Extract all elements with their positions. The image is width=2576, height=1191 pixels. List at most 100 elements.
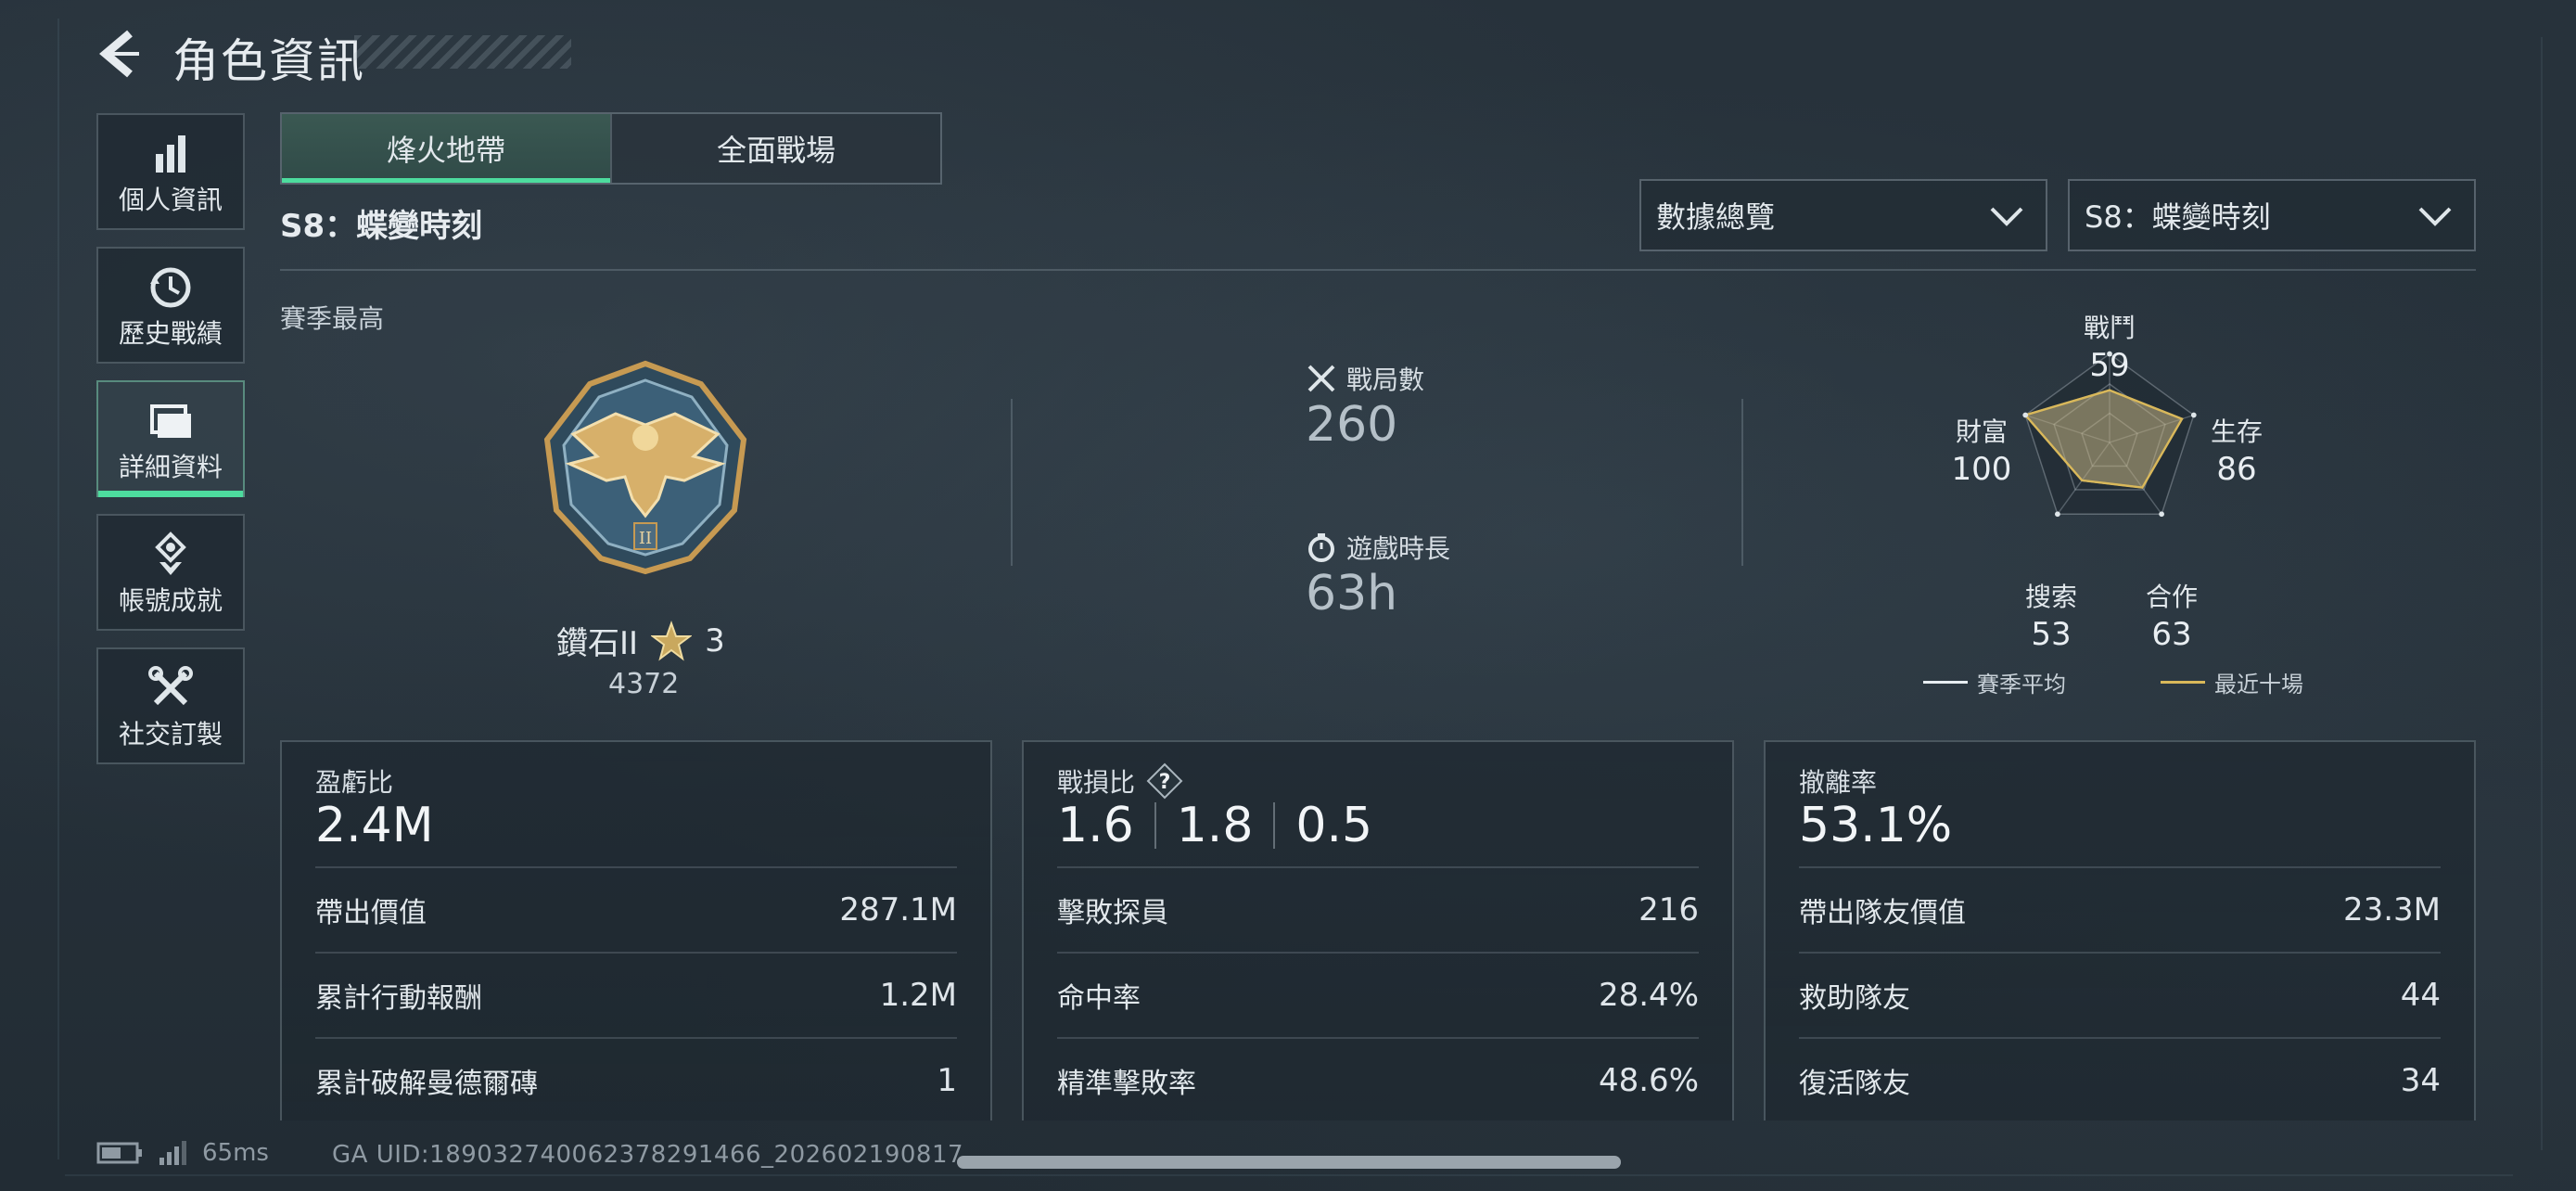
kd-value: 1.6 — [1057, 798, 1134, 853]
matches-header: 戰局數 — [1306, 360, 1424, 397]
row-label: 復活隊友 — [1799, 1068, 1910, 1100]
row-value: 23.3M — [2342, 891, 2441, 928]
radar-vertex — [2022, 412, 2029, 418]
view-select-value: 數據總覽 — [1656, 199, 1776, 235]
uid-text: GA UID:18903274006237829​1466_2026021908… — [332, 1141, 964, 1169]
season-select[interactable]: S8：蝶變時刻 — [2068, 179, 2476, 251]
chevron-down-icon — [1990, 207, 2023, 226]
matches-value: 260 — [1306, 397, 1398, 453]
radar-value-combat: 59 — [2089, 347, 2130, 384]
panel-title: 盈虧比 — [315, 767, 394, 798]
rank-stars: 3 — [705, 621, 725, 660]
history-icon — [150, 267, 191, 308]
row-value: 216 — [1639, 891, 1699, 928]
mode-tabs: 烽火地帶 全面戰場 — [280, 112, 942, 185]
radar-label-combat: 戰鬥 — [2083, 313, 2136, 343]
row-label: 救助隊友 — [1799, 982, 1910, 1015]
sidebar-item-label: 帳號成就 — [118, 585, 223, 616]
list-item: 累計破解曼德爾磚 1 — [315, 1037, 957, 1122]
tab-warzone[interactable]: 烽火地帶 — [282, 114, 610, 183]
sidebar-item-history[interactable]: 歷史戰績 — [96, 247, 245, 364]
list-item: 精準擊敗率 48.6% — [1057, 1037, 1699, 1122]
list-item: 復活隊友 34 — [1799, 1037, 2441, 1122]
active-indicator — [98, 491, 243, 497]
divider — [1011, 399, 1013, 566]
radar-vertex — [2190, 412, 2197, 418]
help-icon[interactable]: ? — [1146, 762, 1183, 800]
rank-badge-icon: II — [543, 360, 747, 575]
panel-extract: 撤離率 53.1% 帶出隊友價值 23.3M 救助隊友 44 復活隊友 34 — [1764, 740, 2476, 1121]
stopwatch-icon — [1308, 533, 1334, 562]
rank-row: 鑽石II 3 — [556, 618, 725, 663]
sidebar-item-profile[interactable]: 個人資訊 — [96, 113, 245, 230]
page-title: 角色資訊 — [172, 34, 365, 88]
radar-value-survival: 86 — [2216, 451, 2257, 488]
rank-score: 4372 — [608, 668, 680, 700]
row-label: 累計行動報酬 — [315, 982, 482, 1015]
kd-value: 0.5 — [1295, 798, 1373, 853]
sidebar-item-label: 歷史戰績 — [118, 318, 223, 349]
panel-profit: 盈虧比 2.4M 帶出價值 287.1M 累計行動報酬 1.2M 累計破解曼德爾… — [280, 740, 992, 1121]
sidebar-item-label: 個人資訊 — [118, 185, 223, 215]
row-label: 帶出價值 — [315, 897, 427, 929]
radar-value-cooperation: 63 — [2151, 616, 2192, 653]
kd-values: 1.6 1.8 0.5 — [1057, 798, 1372, 853]
scrollbar[interactable] — [957, 1156, 1621, 1169]
hud-line — [57, 19, 59, 1159]
radar-vertex — [2159, 511, 2164, 518]
list-item: 帶出價值 287.1M — [315, 866, 957, 952]
divider — [1741, 399, 1743, 566]
playtime-label: 遊戲時長 — [1346, 533, 1451, 564]
crossed-swords-icon — [1307, 365, 1335, 392]
radar-label-survival: 生存 — [2210, 416, 2263, 447]
sidebar-item-achievements[interactable]: 帳號成就 — [96, 514, 245, 631]
row-value: 34 — [2400, 1062, 2441, 1099]
sidebar-item-label: 詳細資料 — [118, 452, 223, 482]
panel-title: 戰損比 — [1057, 767, 1136, 798]
panel-title: 撤離率 — [1799, 767, 1878, 798]
row-value: 28.4% — [1598, 977, 1699, 1014]
row-value: 44 — [2400, 977, 2441, 1014]
sidebar-item-details[interactable]: 詳細資料 — [96, 380, 245, 497]
row-label: 帶出隊友價值 — [1799, 897, 1966, 929]
bar-chart-icon — [156, 135, 185, 173]
radar-label-wealth: 財富 — [1955, 416, 2008, 447]
view-select[interactable]: 數據總覽 — [1639, 179, 2047, 251]
radar-value-wealth: 100 — [1951, 451, 2012, 488]
season-best-label: 賽季最高 — [280, 303, 385, 334]
status-bar: 65ms — [96, 1139, 269, 1167]
help-mark: ? — [1159, 771, 1171, 794]
panel-big-value: 53.1% — [1799, 798, 1953, 853]
sidebar-item-social[interactable]: 社交訂製 — [96, 647, 245, 764]
divider — [280, 269, 2476, 271]
back-arrow-icon[interactable] — [93, 28, 148, 80]
legend-swatch — [2161, 681, 2205, 684]
list-item: 命中率 28.4% — [1057, 952, 1699, 1037]
season-label: S8：蝶變時刻 — [280, 208, 483, 245]
hud-line — [65, 1174, 2513, 1176]
row-value: 287.1M — [839, 891, 957, 928]
tools-icon — [148, 666, 193, 706]
medal-icon — [155, 531, 186, 575]
list-item: 帶出隊友價值 23.3M — [1799, 866, 2441, 952]
row-label: 擊敗探員 — [1057, 897, 1168, 929]
list-item: 救助隊友 44 — [1799, 952, 2441, 1037]
radar-value-search: 53 — [2031, 616, 2072, 653]
legend-season-avg: 賽季平均 — [1923, 666, 2066, 698]
ping-value: 65ms — [202, 1139, 269, 1167]
season-select-value: S8：蝶變時刻 — [2085, 199, 2271, 235]
tab-battlefield[interactable]: 全面戰場 — [610, 114, 940, 183]
folder-icon — [150, 404, 191, 438]
legend-label: 最近十場 — [2214, 672, 2303, 698]
panel-kd: 戰損比 ? 1.6 1.8 0.5 擊敗探員 216 命中率 28.4% 精準擊… — [1022, 740, 1734, 1121]
hud-line — [2541, 37, 2543, 1150]
playtime-header: 遊戲時長 — [1306, 529, 1450, 566]
list-item: 擊敗探員 216 — [1057, 866, 1699, 952]
radar-label-cooperation: 合作 — [2145, 582, 2198, 612]
kd-value: 1.8 — [1176, 798, 1254, 853]
matches-label: 戰局數 — [1346, 365, 1425, 395]
signal-icon — [159, 1141, 186, 1165]
title-decoration — [354, 35, 571, 69]
panel-big-value: 2.4M — [315, 798, 434, 853]
divider — [1273, 802, 1276, 849]
